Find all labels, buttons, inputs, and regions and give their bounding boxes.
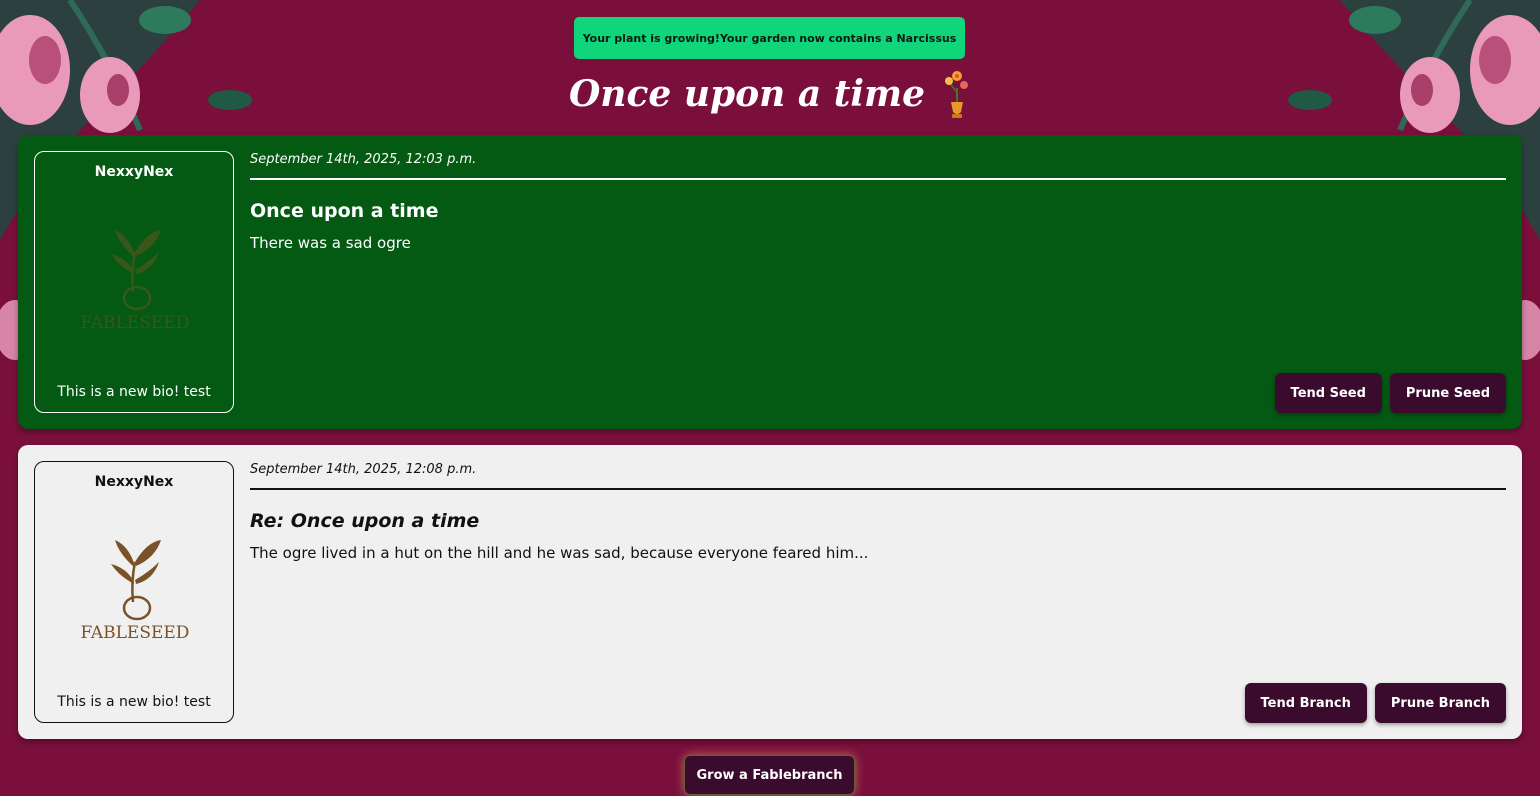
- toast-message: Your plant is growing!Your garden now co…: [582, 31, 957, 45]
- post-content: September 14th, 2025, 12:03 p.m. Once up…: [250, 151, 1506, 413]
- post-body: There was a sad ogre: [250, 234, 411, 252]
- post-title: Once upon a time: [250, 200, 439, 222]
- post-content: September 14th, 2025, 12:08 p.m. Re: Onc…: [250, 461, 1506, 723]
- prune-seed-button[interactable]: Prune Seed: [1389, 373, 1506, 413]
- post-body: The ogre lived in a hut on the hill and …: [250, 544, 869, 562]
- tend-branch-button[interactable]: Tend Branch: [1244, 683, 1367, 723]
- author-username: NexxyNex: [94, 164, 174, 180]
- notification-toast: Your plant is growing!Your garden now co…: [574, 17, 965, 59]
- post-title: Re: Once upon a time: [250, 510, 480, 532]
- flower-vase-icon: [945, 71, 969, 118]
- post-actions: Tend Seed Prune Seed: [1274, 373, 1506, 413]
- author-bio: This is a new bio! test: [57, 694, 211, 710]
- svg-text:FABLESEED: FABLESEED: [81, 313, 190, 332]
- author-bio: This is a new bio! test: [57, 384, 211, 400]
- author-username: NexxyNex: [94, 474, 174, 490]
- grow-fablebranch-button[interactable]: Grow a Fablebranch: [684, 755, 855, 795]
- svg-text:FABLESEED: FABLESEED: [81, 623, 190, 642]
- page-title: Once upon a time: [568, 73, 926, 115]
- author-profile-card: NexxyNex FABLESEED This is a new bio! te…: [34, 461, 234, 723]
- author-profile-card: NexxyNex FABLESEED This is a new bio! te…: [34, 151, 234, 413]
- page-header: Once upon a time: [0, 66, 1540, 122]
- post-timestamp: September 14th, 2025, 12:08 p.m.: [250, 462, 1506, 490]
- branch-post: NexxyNex FABLESEED This is a new bio! te…: [18, 445, 1522, 739]
- seed-post: NexxyNex FABLESEED This is a new bio! te…: [18, 135, 1522, 429]
- tend-seed-button[interactable]: Tend Seed: [1274, 373, 1382, 413]
- fableseed-logo-icon: FABLESEED: [81, 540, 190, 642]
- post-timestamp: September 14th, 2025, 12:03 p.m.: [250, 152, 1506, 180]
- post-actions: Tend Branch Prune Branch: [1244, 683, 1506, 723]
- prune-branch-button[interactable]: Prune Branch: [1374, 683, 1506, 723]
- fableseed-logo-icon: FABLESEED: [81, 230, 190, 332]
